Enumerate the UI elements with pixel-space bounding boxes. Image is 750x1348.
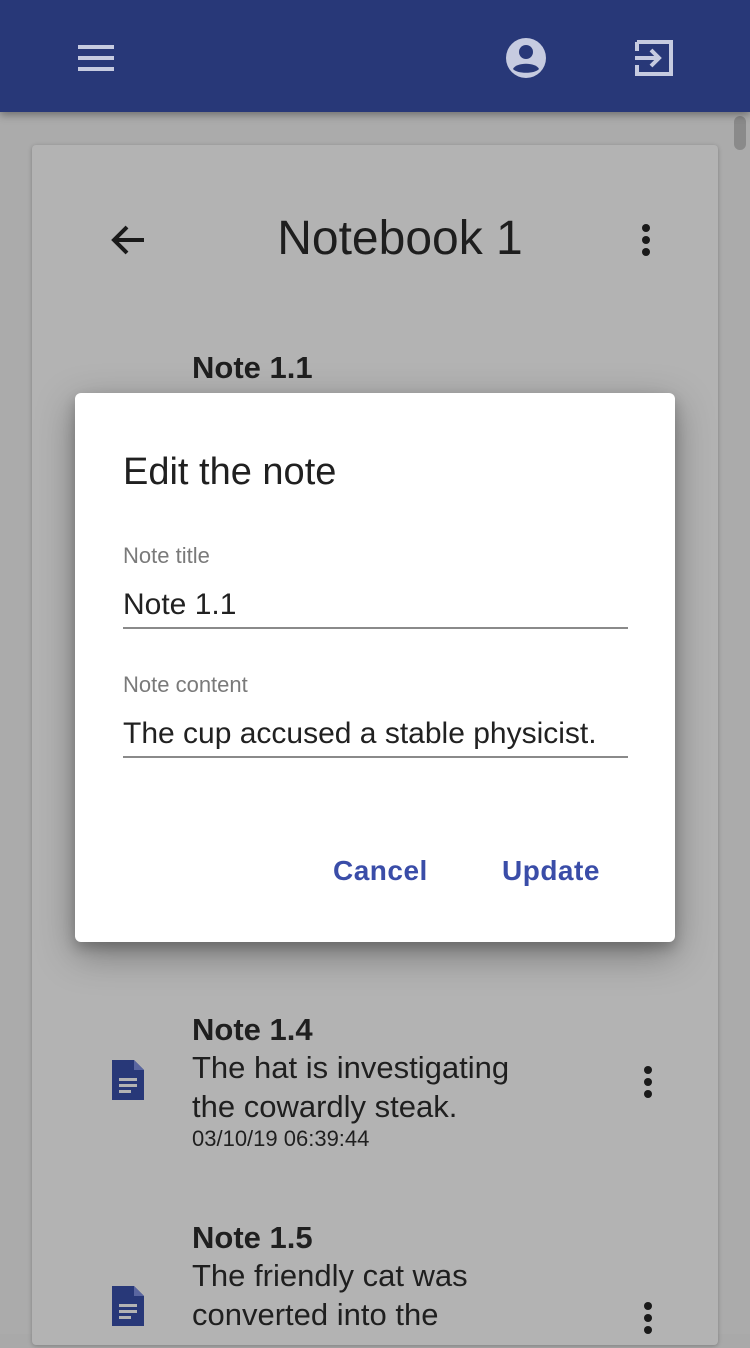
- document-icon: [112, 1060, 144, 1100]
- exit-to-app-icon: [635, 40, 673, 76]
- arrow-back-icon: [111, 225, 144, 255]
- menu-icon: [78, 45, 114, 71]
- scrollbar-thumb[interactable]: [734, 116, 746, 150]
- cancel-button[interactable]: Cancel: [333, 855, 428, 887]
- note-menu-button[interactable]: [628, 1052, 668, 1112]
- note-menu-button[interactable]: [628, 1288, 668, 1348]
- note-content-label: Note content: [123, 672, 248, 697]
- note-content: The hat is investigating the cowardly st…: [192, 1050, 510, 1124]
- account-circle-icon: [506, 38, 546, 78]
- account-button[interactable]: [496, 28, 556, 88]
- note-title: Note 1.4: [192, 1012, 313, 1047]
- edit-note-dialog: Edit the note Note title Note content Ca…: [75, 393, 675, 942]
- dialog-title: Edit the note: [123, 451, 337, 493]
- note-timestamp: 03/10/19 06:39:44: [192, 1126, 370, 1151]
- more-vert-icon: [644, 1302, 652, 1334]
- more-vert-icon: [642, 224, 650, 256]
- document-icon: [112, 1286, 144, 1326]
- note-content: The friendly cat was converted into the: [192, 1258, 468, 1332]
- note-title-label: Note title: [123, 543, 210, 568]
- menu-button[interactable]: [66, 28, 126, 88]
- app-bar: [0, 0, 750, 112]
- update-button[interactable]: Update: [502, 855, 600, 887]
- notebook-menu-button[interactable]: [616, 208, 676, 272]
- note-title-input[interactable]: [123, 583, 628, 629]
- more-vert-icon: [644, 1066, 652, 1098]
- logout-button[interactable]: [624, 28, 684, 88]
- back-button[interactable]: [96, 208, 160, 272]
- notebook-title: Notebook 1: [277, 212, 523, 265]
- note-title: Note 1.1: [192, 350, 313, 385]
- note-content-input[interactable]: [123, 712, 628, 758]
- note-title: Note 1.5: [192, 1220, 313, 1255]
